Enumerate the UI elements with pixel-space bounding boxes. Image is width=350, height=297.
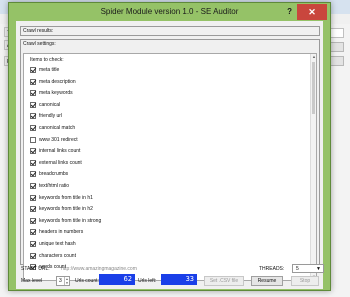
checkbox-label: canonical match — [39, 125, 76, 131]
checkbox-label: friendly url — [39, 113, 63, 120]
checkbox-label: meta keywords — [39, 90, 73, 97]
checkbox[interactable] — [30, 183, 36, 189]
checkbox-label: text/html ratio — [39, 183, 70, 189]
checkbox[interactable] — [30, 252, 36, 259]
threads-label: THREADS: — [259, 266, 285, 272]
checkbox-label: internal links count — [39, 148, 81, 155]
help-icon[interactable]: ? — [287, 7, 292, 16]
checklist-item[interactable]: keywords from title in strong — [30, 217, 101, 225]
dialog-client-area: Crawl results: Crawl settings: Items to … — [16, 21, 324, 289]
checkbox[interactable] — [30, 67, 36, 73]
items-to-check-panel: Items to check: meta title meta descripti… — [23, 53, 317, 281]
checklist-item[interactable]: www 301 redirect — [30, 136, 78, 144]
checklist-item[interactable]: canonical match — [30, 124, 75, 132]
checkbox[interactable] — [30, 194, 36, 201]
checkbox-label: characters count — [39, 252, 76, 259]
checkbox[interactable] — [30, 125, 36, 131]
spider-module-dialog: Spider Module version 1.0 - SE Auditor ?… — [8, 2, 331, 291]
scroll-up-icon[interactable]: ▲ — [311, 54, 317, 60]
checkbox[interactable] — [30, 90, 36, 97]
checklist-item[interactable]: meta keywords — [30, 89, 73, 97]
items-to-check-label: Items to check: — [30, 57, 64, 63]
urls-left-display: 33 — [161, 274, 197, 285]
checkbox-label: keywords from title in h1 — [39, 194, 93, 201]
start-url-field[interactable]: http://www.amazingmagazine.com — [61, 266, 137, 272]
max-level-value: 3 — [59, 278, 62, 284]
checkbox-label: headers in numbers — [39, 229, 84, 236]
checkbox[interactable] — [30, 136, 36, 143]
set-csv-button[interactable]: Set .CSV file — [204, 276, 244, 286]
resume-button[interactable]: Resume — [251, 276, 283, 286]
checkbox[interactable] — [30, 78, 36, 85]
stop-button[interactable]: Stop — [291, 276, 319, 286]
threads-select[interactable]: 5 ▼ — [292, 264, 324, 273]
checkbox-label: keywords from title in h2 — [39, 206, 93, 213]
max-level-stepper[interactable]: 3 ▲ ▼ — [56, 276, 70, 286]
dialog-title: Spider Module version 1.0 - SE Auditor — [100, 7, 239, 16]
close-icon[interactable]: ✕ — [297, 4, 327, 20]
checkbox-label: unique text hash — [39, 241, 76, 247]
checklist-item[interactable]: keywords from title in h1 — [30, 194, 93, 202]
checklist-item[interactable]: meta description — [30, 78, 76, 86]
crawl-results-label: Crawl results: — [23, 28, 54, 34]
checkbox[interactable] — [30, 148, 36, 155]
checkbox[interactable] — [30, 206, 36, 213]
checkbox-label: breadcrumbs — [39, 171, 69, 178]
checklist-item[interactable]: meta title — [30, 66, 59, 74]
checklist-item[interactable]: text/html ratio — [30, 182, 69, 190]
urls-count-label: Urls count: — [75, 278, 99, 284]
checkbox-label: meta description — [39, 78, 76, 85]
chevron-down-icon: ▼ — [316, 266, 321, 272]
checklist-item[interactable]: headers in numbers — [30, 228, 83, 236]
checklist-item[interactable]: canonical — [30, 101, 60, 109]
checkbox-label: canonical — [39, 101, 61, 108]
checkbox[interactable] — [30, 159, 36, 166]
checklist-item[interactable]: external links count — [30, 159, 82, 167]
checklist-item[interactable]: internal links count — [30, 147, 80, 155]
checklist-item[interactable]: characters count — [30, 252, 76, 260]
stepper-arrows-icon[interactable]: ▲ ▼ — [64, 277, 69, 285]
checklist-item[interactable]: keywords from title in h2 — [30, 205, 93, 213]
checkbox[interactable] — [30, 241, 36, 247]
urls-count-display: 62 — [99, 274, 135, 285]
checkbox-label: meta title — [39, 67, 60, 73]
checklist-item[interactable]: unique text hash — [30, 240, 76, 248]
max-level-label: Max level — [21, 278, 43, 284]
checkbox-label: keywords from title in strong — [39, 217, 102, 224]
checklist-item[interactable]: breadcrumbs — [30, 170, 68, 178]
start-url-label: START URL: — [21, 266, 50, 272]
checkbox[interactable] — [30, 217, 36, 224]
crawl-settings-group: Crawl settings: Items to check: meta tit… — [20, 39, 320, 281]
vertical-scrollbar[interactable]: ▲ ▼ — [310, 54, 316, 280]
threads-value: 5 — [296, 266, 299, 272]
checkbox[interactable] — [30, 113, 36, 120]
checkbox[interactable] — [30, 171, 36, 178]
checkbox-label: external links count — [39, 159, 82, 166]
crawl-settings-label: Crawl settings: — [23, 41, 56, 47]
checklist-item[interactable]: friendly url — [30, 112, 62, 120]
crawl-results-group: Crawl results: — [20, 26, 320, 36]
checkbox[interactable] — [30, 101, 36, 108]
urls-left-label: Urls left: — [138, 278, 157, 284]
scrollbar-thumb[interactable] — [312, 62, 315, 114]
checkbox-label: www 301 redirect — [39, 136, 78, 143]
checkbox[interactable] — [30, 229, 36, 236]
